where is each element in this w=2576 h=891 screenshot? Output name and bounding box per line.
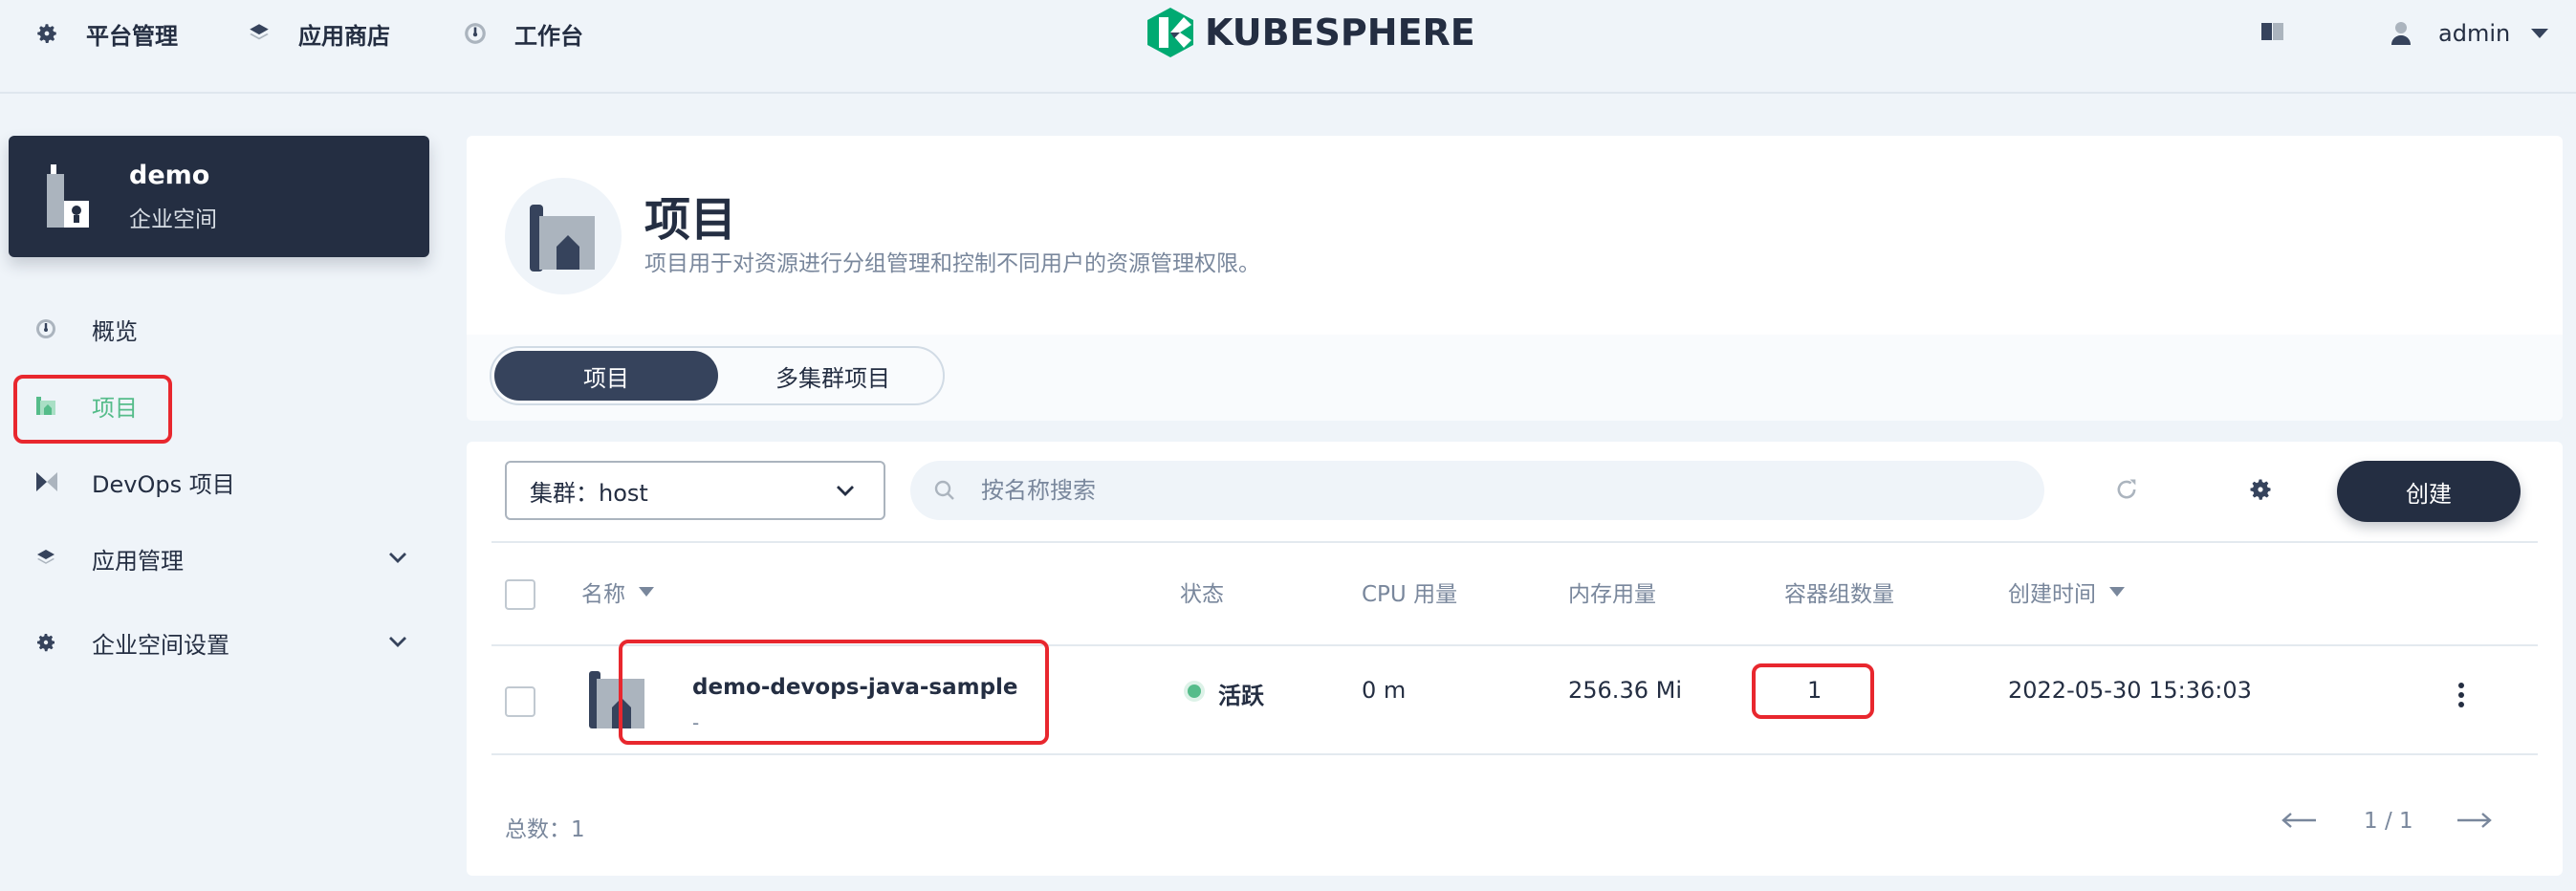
page-title: 项目 [644, 193, 737, 247]
table-header: 名称 状态 CPU 用量 内存用量 容器组数量 创建时间 [491, 541, 2538, 646]
nav-workbench[interactable]: 工作台 [463, 13, 583, 54]
dashboard-icon [465, 23, 486, 44]
workspace-type: 企业空间 [129, 207, 217, 232]
total-count: 总数：1 [505, 817, 585, 842]
cluster-select[interactable]: 集群：host [505, 461, 885, 520]
gear-icon [2250, 479, 2271, 500]
row-more-actions-button[interactable] [2456, 681, 2467, 713]
project-banner-icon [505, 178, 622, 294]
select-all-checkbox[interactable] [505, 579, 535, 610]
column-label: 创建时间 [2008, 582, 2096, 607]
layers-icon [250, 24, 269, 40]
more-vertical-icon [2458, 683, 2464, 707]
sidebar-item-label: DevOps 项目 [92, 470, 235, 498]
chevron-down-icon [837, 486, 854, 496]
sidebar-item-devops[interactable]: DevOps 项目 [34, 461, 407, 503]
tab-multicluster-projects[interactable]: 多集群项目 [725, 351, 941, 401]
status-active-dot [1188, 685, 1201, 698]
dashboard-icon [36, 319, 55, 338]
docs-toggle-icon[interactable] [2260, 21, 2285, 46]
chevron-down-icon [389, 553, 406, 563]
sidebar-item-label: 企业空间设置 [92, 631, 229, 659]
search-input[interactable] [981, 477, 1937, 504]
search-bar[interactable] [910, 461, 2044, 520]
tab-strip: 项目 多集群项目 [467, 335, 2563, 421]
column-label: 名称 [581, 582, 625, 607]
column-label: 状态 [1180, 582, 1224, 607]
search-icon [934, 480, 954, 500]
column-label: 容器组数量 [1784, 582, 1894, 607]
tab-group: 项目 多集群项目 [490, 346, 945, 405]
nav-platform-label: 平台管理 [86, 22, 178, 50]
workspace-card[interactable]: demo 企业空间 [9, 136, 429, 257]
devops-icon [36, 472, 57, 491]
creation-time: 2022-05-30 15:36:03 [2008, 677, 2252, 704]
workspace-icon [45, 163, 93, 233]
page-description: 项目用于对资源进行分组管理和控制不同用户的资源管理权限。 [644, 251, 1260, 276]
workspace-name: demo [129, 161, 210, 190]
page-indicator: 1 / 1 [2364, 809, 2413, 834]
sidebar-item-app-management[interactable]: 应用管理 [34, 537, 407, 579]
prev-page-button[interactable] [2281, 809, 2316, 834]
sidebar-item-workspace-settings[interactable]: 企业空间设置 [34, 621, 407, 663]
sort-down-icon [2109, 587, 2125, 597]
arrow-left-icon [2281, 813, 2316, 828]
arrow-right-icon [2457, 813, 2492, 828]
row-checkbox[interactable] [505, 686, 535, 717]
username: admin [2438, 20, 2511, 47]
caret-down-icon [2531, 29, 2549, 38]
column-header-status: 状态 [1180, 576, 1224, 608]
logo-text: KUBESPHERE [1205, 11, 1475, 54]
column-header-memory: 内存用量 [1568, 576, 1656, 608]
user-icon [2391, 22, 2411, 45]
cluster-select-value: 集群：host [530, 479, 648, 507]
sidebar-item-label: 概览 [92, 317, 138, 345]
layers-icon [37, 550, 55, 564]
next-page-button[interactable] [2457, 809, 2492, 834]
create-button[interactable]: 创建 [2337, 461, 2521, 522]
chevron-down-icon [389, 637, 406, 647]
refresh-icon [2117, 479, 2136, 499]
nav-platform-management[interactable]: 平台管理 [34, 13, 178, 54]
column-header-cpu: CPU 用量 [1362, 576, 1457, 608]
highlight-box-pod-count [1752, 663, 1874, 719]
nav-workbench-label: 工作台 [514, 22, 583, 50]
nav-app-store-label: 应用商店 [298, 22, 390, 50]
kubesphere-logo-icon [1147, 8, 1193, 57]
kubesphere-logo[interactable]: KUBESPHERE [1146, 6, 1475, 59]
nav-app-store[interactable]: 应用商店 [247, 13, 390, 54]
sort-down-icon [639, 587, 654, 597]
memory-usage: 256.36 Mi [1568, 677, 1682, 704]
cpu-usage: 0 m [1362, 677, 1407, 704]
column-header-pods: 容器组数量 [1784, 576, 1894, 608]
table-settings-button[interactable] [2247, 476, 2274, 507]
column-header-created[interactable]: 创建时间 [2008, 576, 2125, 608]
top-navigation-bar: 平台管理 应用商店 工作台 KUBESPHERE admin [0, 0, 2576, 94]
user-menu[interactable]: admin [2390, 13, 2549, 54]
tab-projects[interactable]: 项目 [494, 351, 718, 401]
page-banner: 项目 项目用于对资源进行分组管理和控制不同用户的资源管理权限。 [467, 136, 2563, 335]
column-header-name[interactable]: 名称 [581, 576, 654, 608]
gear-icon [37, 634, 55, 652]
sidebar-item-label: 应用管理 [92, 547, 184, 575]
status-text: 活跃 [1218, 683, 1264, 709]
sidebar-item-overview[interactable]: 概览 [34, 308, 407, 350]
gear-icon [37, 24, 56, 43]
highlight-box-project-name [619, 640, 1049, 745]
highlight-box-projects [13, 375, 172, 444]
refresh-button[interactable] [2113, 476, 2140, 507]
column-label: CPU 用量 [1362, 582, 1458, 607]
column-label: 内存用量 [1568, 582, 1656, 607]
